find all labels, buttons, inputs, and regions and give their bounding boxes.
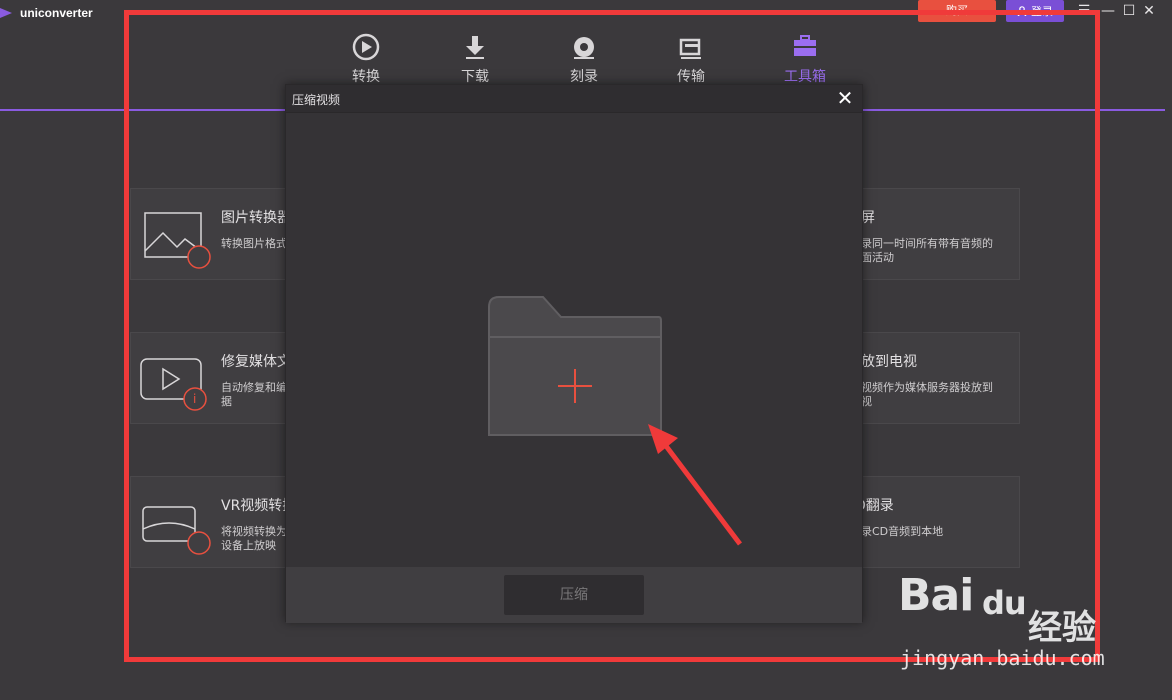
login-label: 登录 — [1031, 5, 1053, 18]
close-icon[interactable]: ✕ — [834, 87, 856, 109]
watermark-url: jingyan.baidu.com — [900, 646, 1105, 670]
app-title: uniconverter — [20, 6, 93, 20]
tool-desc: 录CD音频到本地 — [861, 525, 944, 538]
image-convert-icon — [144, 212, 211, 269]
tab-toolbox-label: 工具箱 — [784, 69, 826, 85]
fix-media-icon: i — [140, 358, 207, 411]
tool-desc: 录同一时间所有带有音频的 — [861, 237, 993, 250]
tool-desc: 转换图片格式 — [221, 237, 287, 250]
compress-video-dialog: 压缩视频 ✕ 压缩 — [285, 84, 863, 623]
transfer-icon — [679, 38, 701, 59]
add-folder-icon[interactable] — [487, 295, 663, 437]
tool-desc: 设备上放映 — [221, 539, 276, 552]
tab-download[interactable]: 下载 — [445, 32, 505, 86]
close-window-icon[interactable]: ✕ — [1141, 3, 1157, 19]
watermark-cn: 经验 — [1028, 608, 1096, 648]
svg-text:i: i — [193, 392, 196, 406]
tool-title: 修复媒体文 — [221, 354, 291, 370]
tool-desc: 自动修复和编 — [221, 381, 287, 394]
app-brand: uniconverter — [0, 6, 93, 20]
burn-icon — [574, 37, 594, 59]
app-logo-icon — [0, 8, 12, 18]
download-icon — [466, 36, 484, 59]
tab-convert-label: 转换 — [352, 69, 380, 85]
user-icon — [1017, 6, 1027, 16]
watermark-brand: Bai — [898, 570, 974, 621]
maximize-icon[interactable]: ☐ — [1121, 3, 1137, 19]
tab-transfer[interactable]: 传输 — [661, 32, 721, 86]
dialog-footer: 压缩 — [286, 567, 862, 623]
convert-icon — [352, 33, 380, 61]
dialog-header: 压缩视频 ✕ — [286, 85, 862, 113]
dialog-body — [286, 115, 862, 567]
baidu-watermark: Bai du 经验 jingyan.baidu.com — [898, 570, 1108, 680]
vr-icon — [142, 506, 211, 555]
tab-download-label: 下载 — [461, 69, 489, 85]
minimize-icon[interactable]: — — [1100, 3, 1116, 19]
dialog-title: 压缩视频 — [292, 93, 341, 107]
purchase-button[interactable]: 购买 — [918, 0, 996, 22]
compress-button[interactable]: 压缩 — [504, 575, 644, 615]
tab-transfer-label: 传输 — [677, 69, 705, 85]
tool-desc: 据 — [221, 395, 232, 408]
tab-convert[interactable]: 转换 — [336, 32, 396, 86]
watermark-brand-2: du — [982, 584, 1027, 622]
toolbox-icon — [794, 35, 816, 56]
menu-icon[interactable]: ☰ — [1076, 3, 1092, 19]
tool-title: 图片转换器 — [221, 210, 291, 226]
tab-burn-label: 刻录 — [570, 69, 598, 85]
tab-burn[interactable]: 刻录 — [554, 32, 614, 86]
tool-desc: 将视频转换为 — [221, 525, 287, 538]
tab-toolbox[interactable]: 工具箱 — [775, 32, 835, 86]
tool-desc: 面活动 — [861, 251, 894, 264]
login-button[interactable]: 登录 — [1006, 0, 1064, 22]
tool-desc: 视频作为媒体服务器投放到 — [861, 381, 993, 394]
